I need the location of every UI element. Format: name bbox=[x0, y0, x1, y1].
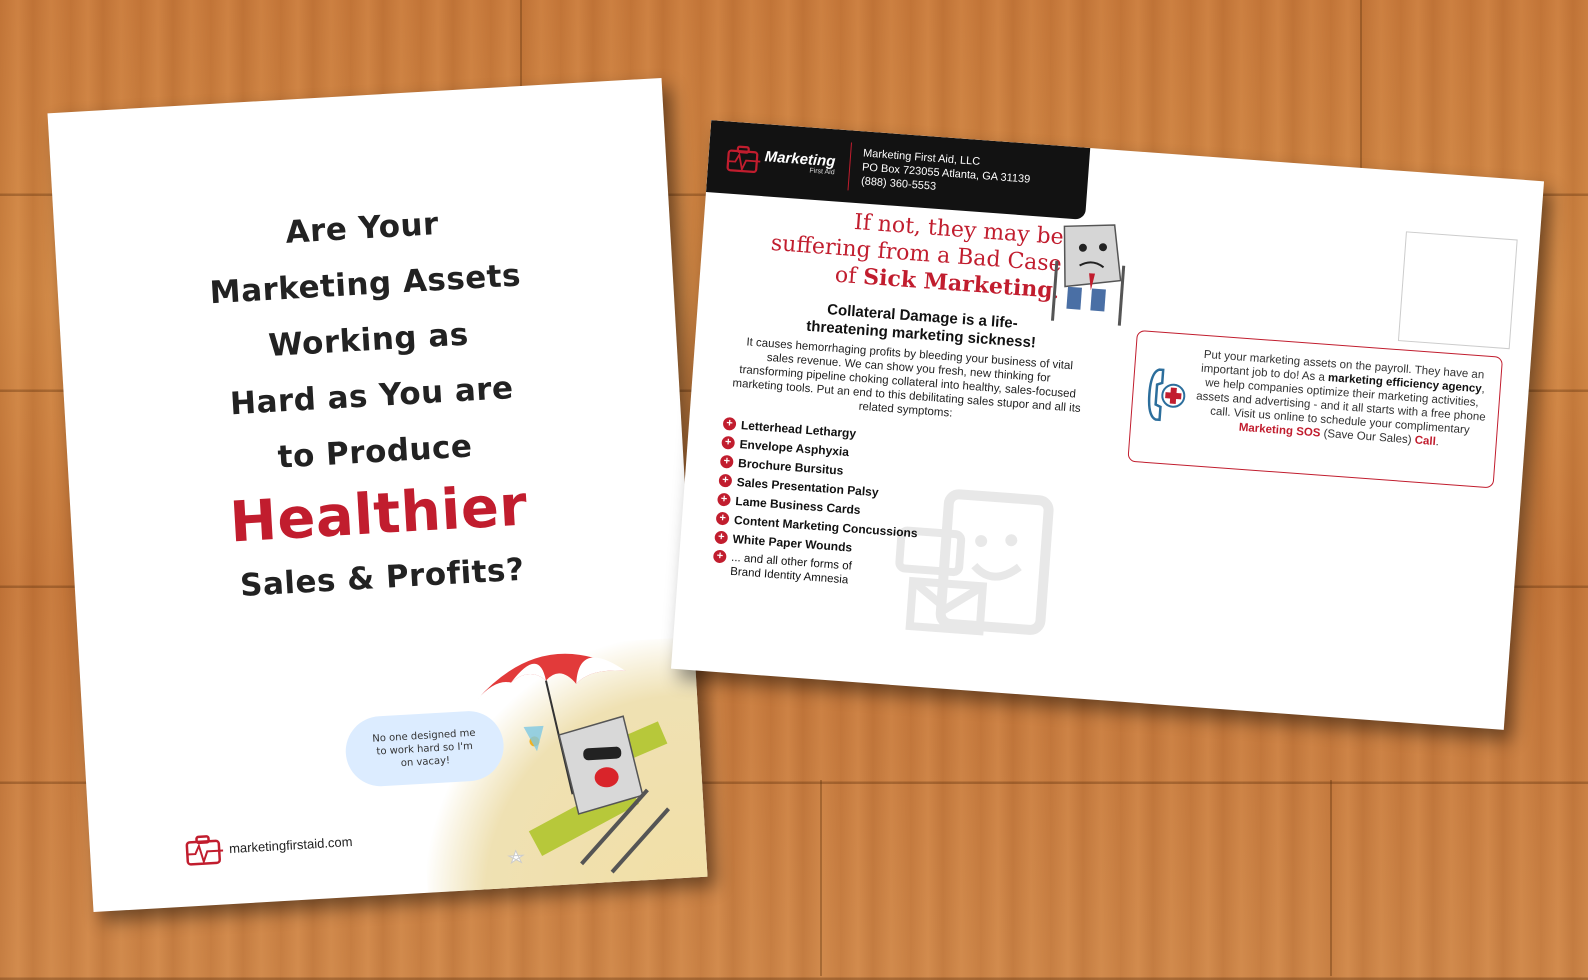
postcard-back: Marketing First Aid Marketing First Aid,… bbox=[670, 120, 1545, 730]
website-url[interactable]: marketingfirstaid.com bbox=[229, 834, 353, 856]
divider bbox=[847, 142, 852, 191]
floor-seam bbox=[820, 780, 822, 976]
front-headline: Are Your Marketing Assets Working as Har… bbox=[54, 183, 691, 624]
call-to-action-text: Put your marketing assets on the payroll… bbox=[1195, 348, 1487, 449]
plus-icon: + bbox=[714, 530, 729, 545]
sick-document-character-illustration bbox=[1050, 224, 1126, 326]
stamp-box bbox=[1397, 231, 1518, 350]
speech-bubble: No one designed me to work hard so I'm o… bbox=[348, 713, 502, 784]
front-footer: marketingfirstaid.com bbox=[184, 825, 353, 867]
symptom-list: + Letterhead Lethargy + Envelope Asphyxia … bbox=[711, 416, 982, 602]
plus-icon: + bbox=[712, 549, 727, 564]
return-address: Marketing First Aid, LLC PO Box 723055 A… bbox=[861, 146, 1032, 200]
return-address-band: Marketing First Aid Marketing First Aid,… bbox=[705, 120, 1091, 220]
call-to-action-box: Put your marketing assets on the payroll… bbox=[1127, 329, 1504, 489]
plus-icon: + bbox=[715, 511, 730, 526]
floor-seam bbox=[1360, 0, 1362, 196]
first-aid-kit-logo-icon bbox=[185, 835, 224, 866]
plus-icon: + bbox=[722, 416, 737, 431]
medical-phone-icon bbox=[1147, 368, 1186, 422]
bubble-text: No one designed me to work hard so I'm o… bbox=[372, 727, 476, 769]
sick-marketing-title: If not, they may be suffering from a Bad… bbox=[759, 202, 1064, 305]
plus-icon: + bbox=[721, 435, 736, 450]
plus-icon: + bbox=[718, 473, 733, 488]
plus-icon: + bbox=[719, 454, 734, 469]
postcard-front: Are Your Marketing Assets Working as Har… bbox=[47, 77, 708, 913]
plus-icon: + bbox=[717, 492, 731, 507]
first-aid-kit-logo-icon bbox=[726, 145, 761, 174]
floor-seam bbox=[1330, 780, 1332, 976]
brand-logo: Marketing First Aid bbox=[725, 142, 836, 180]
